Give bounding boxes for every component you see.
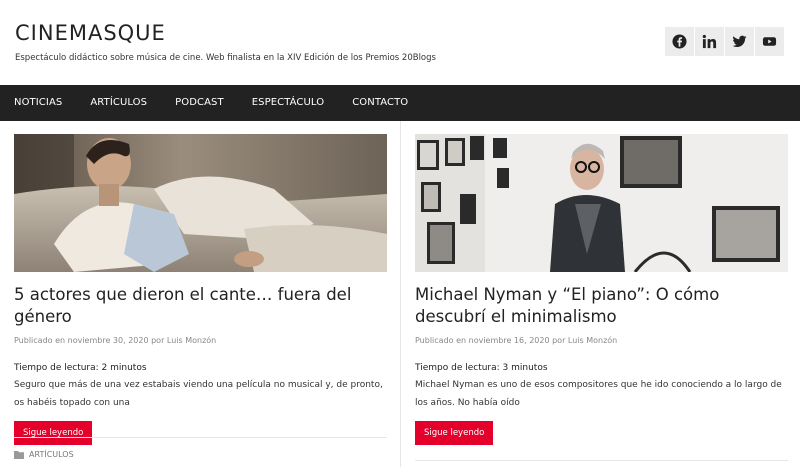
post-separator [14, 437, 387, 438]
linkedin-icon [702, 34, 717, 49]
youtube-icon [762, 37, 777, 46]
post-card: 5 actores que dieron el cante… fuera del… [14, 134, 387, 445]
post-excerpt: Seguro que más de una vez estabais viend… [14, 380, 383, 408]
youtube-button[interactable] [755, 27, 784, 56]
nav-item-contacto[interactable]: CONTACTO [338, 85, 422, 121]
site-title[interactable]: CINEMASQUE [15, 21, 166, 45]
twitter-button[interactable] [725, 27, 754, 56]
linkedin-button[interactable] [695, 27, 724, 56]
post-separator [415, 460, 788, 461]
category-label: ARTÍCULOS [29, 450, 74, 459]
post-title[interactable]: 5 actores que dieron el cante… fuera del… [14, 284, 387, 328]
site-header: CINEMASQUE Espectáculo didáctico sobre m… [0, 0, 800, 85]
actor-photo [14, 134, 387, 272]
facebook-icon [672, 34, 687, 49]
nav-item-espectaculo[interactable]: ESPECTÁCULO [238, 85, 338, 121]
nav-item-noticias[interactable]: NOTICIAS [0, 85, 76, 121]
post-meta: Publicado en noviembre 30, 2020 por Luis… [14, 336, 217, 345]
read-more-button[interactable]: Sigue leyendo [14, 421, 93, 445]
post-excerpt: Michael Nyman es uno de esos compositore… [415, 380, 782, 408]
post-title[interactable]: Michael Nyman y “El piano”: O cómo descu… [415, 284, 788, 328]
post-thumbnail-nyman[interactable] [415, 134, 788, 272]
main-nav: NOTICIAS ARTÍCULOS PODCAST ESPECTÁCULO C… [0, 85, 800, 121]
site-description: Espectáculo didáctico sobre música de ci… [15, 53, 436, 63]
post-thumbnail-actor[interactable] [14, 134, 387, 272]
nav-item-podcast[interactable]: PODCAST [161, 85, 238, 121]
post-card: Michael Nyman y “El piano”: O cómo descu… [415, 134, 788, 445]
social-links [665, 27, 784, 56]
column-divider [400, 121, 401, 467]
facebook-button[interactable] [665, 27, 694, 56]
folder-icon [14, 451, 24, 459]
read-more-button[interactable]: Sigue leyendo [415, 421, 494, 445]
post-list: 5 actores que dieron el cante… fuera del… [0, 121, 800, 467]
nav-item-articulos[interactable]: ARTÍCULOS [76, 85, 161, 121]
post-meta: Publicado en noviembre 16, 2020 por Luis… [415, 336, 618, 345]
michael-nyman-photo [415, 134, 788, 272]
post-category[interactable]: ARTÍCULOS [14, 450, 74, 459]
twitter-icon [732, 35, 747, 48]
reading-time: Tiempo de lectura: 3 minutos [415, 363, 548, 373]
reading-time: Tiempo de lectura: 2 minutos [14, 363, 147, 373]
